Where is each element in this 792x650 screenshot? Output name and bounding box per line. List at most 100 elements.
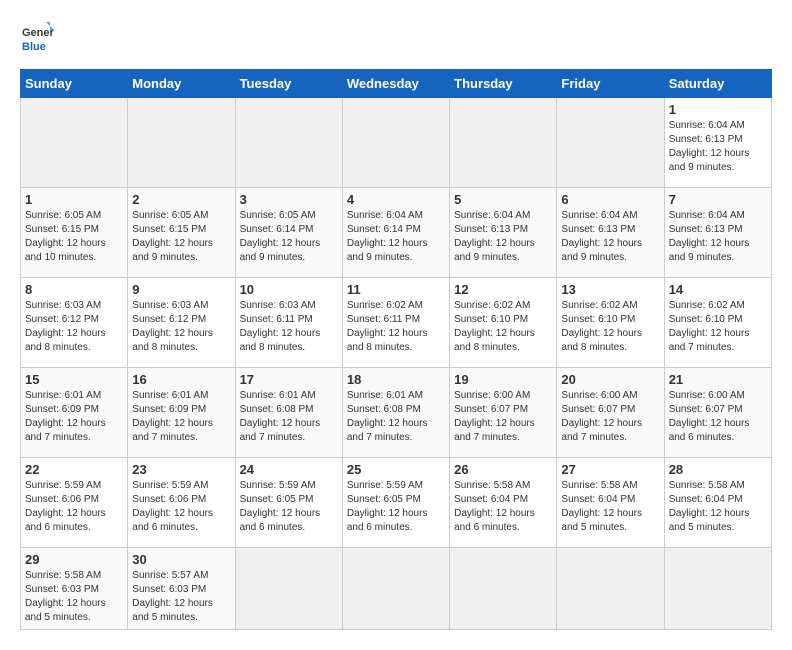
calendar-cell: 8 Sunrise: 6:03 AM Sunset: 6:12 PM Dayli…	[21, 278, 128, 368]
day-info: Sunrise: 5:58 AM Sunset: 6:04 PM Dayligh…	[669, 479, 767, 535]
week-row-4: 22 Sunrise: 5:59 AM Sunset: 6:06 PM Dayl…	[21, 458, 772, 548]
week-row-3: 15 Sunrise: 6:01 AM Sunset: 6:09 PM Dayl…	[21, 368, 772, 458]
daylight-text: Daylight: 12 hours and 9 minutes.	[669, 238, 750, 263]
day-header-wednesday: Wednesday	[342, 70, 449, 98]
day-info: Sunrise: 5:59 AM Sunset: 6:05 PM Dayligh…	[347, 479, 445, 535]
sunrise-text: Sunrise: 6:00 AM	[669, 390, 745, 401]
day-info: Sunrise: 6:00 AM Sunset: 6:07 PM Dayligh…	[454, 389, 552, 445]
calendar-cell: 21 Sunrise: 6:00 AM Sunset: 6:07 PM Dayl…	[664, 368, 771, 458]
calendar-cell	[21, 98, 128, 188]
logo: General Blue	[20, 20, 54, 59]
calendar-cell: 12 Sunrise: 6:02 AM Sunset: 6:10 PM Dayl…	[450, 278, 557, 368]
daylight-text: Daylight: 12 hours and 7 minutes.	[561, 418, 642, 443]
day-header-monday: Monday	[128, 70, 235, 98]
calendar-cell: 20 Sunrise: 6:00 AM Sunset: 6:07 PM Dayl…	[557, 368, 664, 458]
day-number: 23	[132, 462, 230, 477]
sunset-text: Sunset: 6:07 PM	[454, 404, 528, 415]
sunset-text: Sunset: 6:04 PM	[454, 494, 528, 505]
daylight-text: Daylight: 12 hours and 5 minutes.	[669, 508, 750, 533]
day-info: Sunrise: 6:02 AM Sunset: 6:10 PM Dayligh…	[669, 299, 767, 355]
sunset-text: Sunset: 6:10 PM	[561, 314, 635, 325]
sunset-text: Sunset: 6:09 PM	[132, 404, 206, 415]
day-info: Sunrise: 6:04 AM Sunset: 6:13 PM Dayligh…	[561, 209, 659, 265]
calendar-cell: 29 Sunrise: 5:58 AM Sunset: 6:03 PM Dayl…	[21, 548, 128, 630]
day-info: Sunrise: 5:58 AM Sunset: 6:04 PM Dayligh…	[454, 479, 552, 535]
calendar-cell: 1 Sunrise: 6:04 AM Sunset: 6:13 PM Dayli…	[664, 98, 771, 188]
week-row-0: 1 Sunrise: 6:04 AM Sunset: 6:13 PM Dayli…	[21, 98, 772, 188]
daylight-text: Daylight: 12 hours and 7 minutes.	[669, 328, 750, 353]
daylight-text: Daylight: 12 hours and 6 minutes.	[347, 508, 428, 533]
calendar-cell	[450, 98, 557, 188]
svg-text:General: General	[22, 27, 54, 39]
daylight-text: Daylight: 12 hours and 9 minutes.	[347, 238, 428, 263]
day-info: Sunrise: 6:01 AM Sunset: 6:08 PM Dayligh…	[347, 389, 445, 445]
sunset-text: Sunset: 6:05 PM	[240, 494, 314, 505]
sunset-text: Sunset: 6:07 PM	[669, 404, 743, 415]
sunset-text: Sunset: 6:10 PM	[454, 314, 528, 325]
day-info: Sunrise: 5:59 AM Sunset: 6:06 PM Dayligh…	[132, 479, 230, 535]
sunrise-text: Sunrise: 5:57 AM	[132, 570, 208, 581]
calendar-cell: 27 Sunrise: 5:58 AM Sunset: 6:04 PM Dayl…	[557, 458, 664, 548]
day-info: Sunrise: 6:02 AM Sunset: 6:11 PM Dayligh…	[347, 299, 445, 355]
calendar-cell	[128, 98, 235, 188]
sunrise-text: Sunrise: 6:01 AM	[347, 390, 423, 401]
day-info: Sunrise: 6:04 AM Sunset: 6:14 PM Dayligh…	[347, 209, 445, 265]
day-info: Sunrise: 6:00 AM Sunset: 6:07 PM Dayligh…	[561, 389, 659, 445]
calendar-cell: 15 Sunrise: 6:01 AM Sunset: 6:09 PM Dayl…	[21, 368, 128, 458]
day-info: Sunrise: 6:05 AM Sunset: 6:15 PM Dayligh…	[132, 209, 230, 265]
sunset-text: Sunset: 6:14 PM	[347, 224, 421, 235]
sunrise-text: Sunrise: 5:58 AM	[561, 480, 637, 491]
day-number: 24	[240, 462, 338, 477]
day-info: Sunrise: 6:03 AM Sunset: 6:11 PM Dayligh…	[240, 299, 338, 355]
sunrise-text: Sunrise: 5:59 AM	[25, 480, 101, 491]
day-info: Sunrise: 5:58 AM Sunset: 6:04 PM Dayligh…	[561, 479, 659, 535]
day-info: Sunrise: 6:01 AM Sunset: 6:08 PM Dayligh…	[240, 389, 338, 445]
sunrise-text: Sunrise: 6:03 AM	[25, 300, 101, 311]
calendar-cell: 23 Sunrise: 5:59 AM Sunset: 6:06 PM Dayl…	[128, 458, 235, 548]
sunset-text: Sunset: 6:13 PM	[669, 224, 743, 235]
sunrise-text: Sunrise: 6:02 AM	[561, 300, 637, 311]
page-header: General Blue	[20, 20, 772, 59]
day-info: Sunrise: 6:00 AM Sunset: 6:07 PM Dayligh…	[669, 389, 767, 445]
sunset-text: Sunset: 6:12 PM	[132, 314, 206, 325]
sunrise-text: Sunrise: 6:05 AM	[25, 210, 101, 221]
day-number: 7	[669, 192, 767, 207]
day-info: Sunrise: 6:04 AM Sunset: 6:13 PM Dayligh…	[669, 119, 767, 175]
sunrise-text: Sunrise: 6:01 AM	[240, 390, 316, 401]
calendar-cell: 26 Sunrise: 5:58 AM Sunset: 6:04 PM Dayl…	[450, 458, 557, 548]
sunrise-text: Sunrise: 6:04 AM	[347, 210, 423, 221]
calendar-cell: 5 Sunrise: 6:04 AM Sunset: 6:13 PM Dayli…	[450, 188, 557, 278]
calendar-cell: 17 Sunrise: 6:01 AM Sunset: 6:08 PM Dayl…	[235, 368, 342, 458]
day-info: Sunrise: 6:01 AM Sunset: 6:09 PM Dayligh…	[132, 389, 230, 445]
sunrise-text: Sunrise: 6:04 AM	[669, 210, 745, 221]
day-info: Sunrise: 6:02 AM Sunset: 6:10 PM Dayligh…	[454, 299, 552, 355]
calendar-cell: 18 Sunrise: 6:01 AM Sunset: 6:08 PM Dayl…	[342, 368, 449, 458]
day-number: 8	[25, 282, 123, 297]
day-number: 13	[561, 282, 659, 297]
sunrise-text: Sunrise: 5:58 AM	[454, 480, 530, 491]
calendar-cell	[557, 98, 664, 188]
sunrise-text: Sunrise: 6:04 AM	[669, 120, 745, 131]
day-number: 1	[669, 102, 767, 117]
calendar-cell: 25 Sunrise: 5:59 AM Sunset: 6:05 PM Dayl…	[342, 458, 449, 548]
day-number: 27	[561, 462, 659, 477]
daylight-text: Daylight: 12 hours and 7 minutes.	[240, 418, 321, 443]
sunset-text: Sunset: 6:03 PM	[25, 584, 99, 595]
sunrise-text: Sunrise: 6:01 AM	[132, 390, 208, 401]
day-info: Sunrise: 6:05 AM Sunset: 6:15 PM Dayligh…	[25, 209, 123, 265]
days-header-row: SundayMondayTuesdayWednesdayThursdayFrid…	[21, 70, 772, 98]
sunset-text: Sunset: 6:03 PM	[132, 584, 206, 595]
week-row-5: 29 Sunrise: 5:58 AM Sunset: 6:03 PM Dayl…	[21, 548, 772, 630]
daylight-text: Daylight: 12 hours and 9 minutes.	[240, 238, 321, 263]
calendar-cell	[450, 548, 557, 630]
day-number: 10	[240, 282, 338, 297]
day-number: 14	[669, 282, 767, 297]
day-number: 11	[347, 282, 445, 297]
sunset-text: Sunset: 6:08 PM	[347, 404, 421, 415]
sunset-text: Sunset: 6:09 PM	[25, 404, 99, 415]
day-number: 25	[347, 462, 445, 477]
day-number: 12	[454, 282, 552, 297]
sunset-text: Sunset: 6:15 PM	[25, 224, 99, 235]
calendar-cell: 11 Sunrise: 6:02 AM Sunset: 6:11 PM Dayl…	[342, 278, 449, 368]
daylight-text: Daylight: 12 hours and 10 minutes.	[25, 238, 106, 263]
